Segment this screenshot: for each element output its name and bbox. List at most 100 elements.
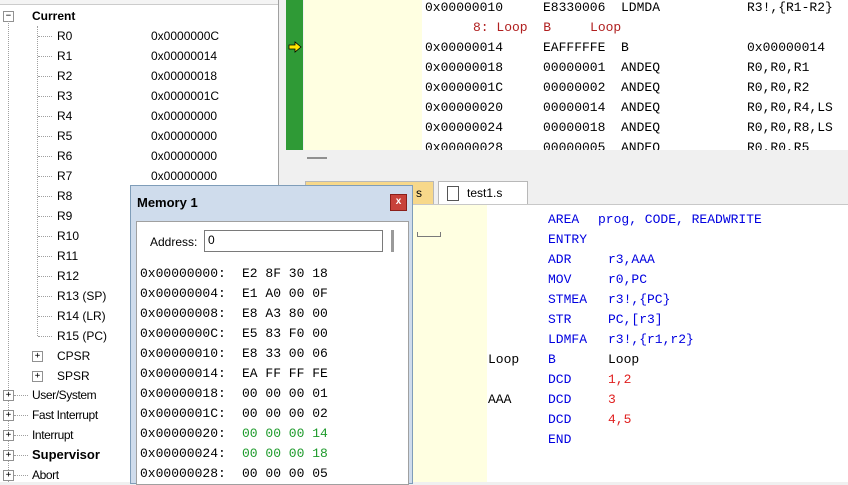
current-group-label[interactable]: Current <box>32 6 75 26</box>
pane-separator[interactable] <box>285 150 848 180</box>
address-input[interactable]: 0 <box>204 230 441 252</box>
register-name: R15 (PC) <box>57 329 108 343</box>
operands: R0,R0,R8,LS <box>747 120 833 135</box>
tree-line <box>38 76 52 77</box>
memory-row[interactable]: 0x00000024: 00 00 00 18 <box>140 444 395 463</box>
register-row[interactable]: R7 0x00000000 <box>0 166 278 186</box>
tab-test1-label: test1.s <box>467 186 503 200</box>
expand-mode-icon[interactable]: + <box>3 470 14 481</box>
disassembly-row[interactable]: 0x00000018 00000001 ANDEQ R0,R0,R1 <box>425 58 845 78</box>
minimize-icon[interactable] <box>307 157 327 159</box>
instruction-address: 0x00000024 <box>425 120 504 135</box>
opcode: EAFFFFFE <box>543 40 606 55</box>
register-row[interactable]: R6 0x00000000 <box>0 146 278 166</box>
memory-row[interactable]: 0x00000020: 00 00 00 14 <box>140 424 395 443</box>
line-instruction: DCD <box>548 392 572 407</box>
memory-address: 0x0000001C: <box>140 406 226 421</box>
line-instruction: MOV <box>548 272 572 287</box>
register-row[interactable]: R5 0x00000000 <box>0 126 278 146</box>
tree-line <box>38 336 52 337</box>
expand-mode-icon[interactable]: + <box>3 430 14 441</box>
register-row[interactable]: R3 0x0000001C <box>0 86 278 106</box>
disassembly-row[interactable]: 0x00000028 00000005 ANDEQ R0,R0,R5 <box>425 138 845 150</box>
register-value: 0x00000000 <box>151 109 218 123</box>
register-name: R4 <box>57 109 73 123</box>
expand-spsr-icon[interactable]: + <box>32 371 43 382</box>
memory-address: 0x00000028: <box>140 466 226 481</box>
tab-source-label: s <box>416 186 422 200</box>
memory-bytes: EA FF FF FE <box>242 366 328 381</box>
memory-row[interactable]: 0x00000028: 00 00 00 05 <box>140 464 395 483</box>
register-name: R9 <box>57 209 73 223</box>
tree-line <box>38 96 52 97</box>
disassembly-row[interactable]: 0x00000024 00000018 ANDEQ R0,R0,R8,LS <box>425 118 845 138</box>
expand-mode-icon[interactable]: + <box>3 450 14 461</box>
tree-line <box>38 296 52 297</box>
tree-line <box>14 455 28 456</box>
address-label: Address: <box>150 235 198 249</box>
memory-bytes: E5 83 F0 00 <box>242 326 328 341</box>
instruction-address: 0x00000018 <box>425 60 504 75</box>
disassembly-row[interactable]: 0x00000010 E8330006 LDMDA R3!,{R1-R2} <box>425 0 845 18</box>
memory-row[interactable]: 0x0000000C: E5 83 F0 00 <box>140 324 395 343</box>
line-instruction: ADR <box>548 252 572 267</box>
memory-row[interactable]: 0x00000004: E1 A0 00 0F <box>140 284 395 303</box>
tab-test1[interactable]: test1.s <box>438 181 528 204</box>
expand-mode-icon[interactable]: + <box>3 390 14 401</box>
line-instruction: AREA <box>548 212 580 227</box>
line-operands: prog, CODE, READWRITE <box>598 212 762 227</box>
line-operands: r0,PC <box>608 272 648 287</box>
current-pc-arrow-icon <box>288 41 302 53</box>
spsr-label: SPSR <box>57 369 90 383</box>
line-instruction: ENTRY <box>548 232 588 247</box>
register-value: 0x00000018 <box>151 69 218 83</box>
line-operands: 3 <box>608 392 616 407</box>
expand-cpsr-icon[interactable]: + <box>32 351 43 362</box>
line-operands: r3!,{r1,r2} <box>608 332 694 347</box>
disassembly-row[interactable]: 0x00000020 00000014 ANDEQ R0,R0,R4,LS <box>425 98 845 118</box>
memory-row[interactable]: 0x00000008: E8 A3 80 00 <box>140 304 395 323</box>
line-operands: r3!,{PC} <box>608 292 671 307</box>
disassembly-row[interactable]: 8: Loop B Loop <box>425 18 845 38</box>
line-label: Loop <box>488 352 520 367</box>
mnemonic: LDMDA <box>621 0 661 15</box>
expand-mode-icon[interactable]: + <box>3 410 14 421</box>
tree-line <box>38 216 52 217</box>
memory-row[interactable]: 0x00000000: E2 8F 30 18 <box>140 264 395 283</box>
register-name: R8 <box>57 189 73 203</box>
operands: 0x00000014 <box>747 40 826 55</box>
memory-row[interactable]: 0x00000014: EA FF FF FE <box>140 364 395 383</box>
tree-line <box>14 475 28 476</box>
line-operands: r3,AAA <box>608 252 655 267</box>
address-dropdown[interactable] <box>417 232 441 237</box>
source-line: 8: Loop B Loop <box>473 20 622 35</box>
breakpoint-gutter[interactable] <box>285 0 304 150</box>
line-instruction: STR <box>548 312 572 327</box>
register-row[interactable]: R1 0x00000014 <box>0 46 278 66</box>
register-row[interactable]: R4 0x00000000 <box>0 106 278 126</box>
instruction-address: 0x0000001C <box>425 80 504 95</box>
memory-scrollbar[interactable] <box>391 230 394 252</box>
operands: R0,R0,R1 <box>747 60 810 75</box>
memory-bytes: E1 A0 00 0F <box>242 286 328 301</box>
memory-row[interactable]: 0x00000010: E8 33 00 06 <box>140 344 395 363</box>
close-icon[interactable]: x <box>390 194 407 211</box>
tree-line <box>38 36 52 37</box>
disassembly-row[interactable]: 0x00000014 EAFFFFFE B 0x00000014 <box>425 38 845 58</box>
memory-bytes: E8 33 00 06 <box>242 346 328 361</box>
memory-row[interactable]: 0x00000018: 00 00 00 01 <box>140 384 395 403</box>
mnemonic: ANDEQ <box>621 100 661 115</box>
register-row[interactable]: R0 0x0000000C <box>0 26 278 46</box>
register-value: 0x00000000 <box>151 149 218 163</box>
tree-line <box>14 415 28 416</box>
disassembly-row[interactable]: 0x0000001C 00000002 ANDEQ R0,R0,R2 <box>425 78 845 98</box>
register-row[interactable]: R2 0x00000018 <box>0 66 278 86</box>
disassembly-margin <box>304 0 422 150</box>
register-name: R5 <box>57 129 73 143</box>
instruction-address: 0x00000010 <box>425 0 504 15</box>
register-name: R13 (SP) <box>57 289 107 303</box>
memory-row[interactable]: 0x0000001C: 00 00 00 02 <box>140 404 395 423</box>
register-value: 0x00000014 <box>151 49 218 63</box>
register-name: R11 <box>57 249 79 263</box>
mnemonic: ANDEQ <box>621 120 661 135</box>
